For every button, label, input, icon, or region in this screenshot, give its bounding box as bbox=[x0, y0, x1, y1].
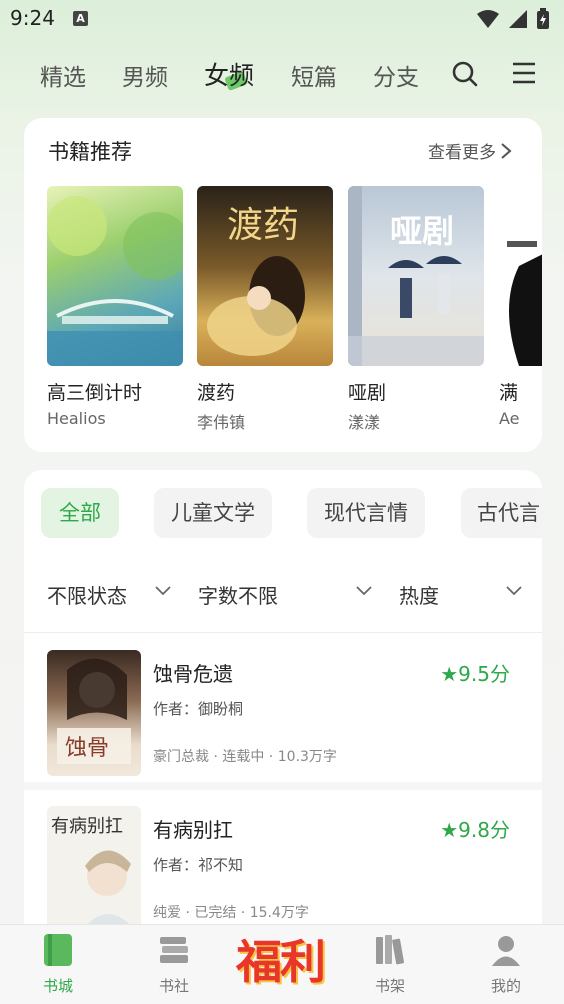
tab-community[interactable]: 书社 bbox=[134, 933, 214, 996]
filter-word-count[interactable]: 字数不限 bbox=[198, 580, 278, 609]
tab-label: 我的 bbox=[490, 977, 521, 995]
chip-ancient-romance[interactable]: 古代言 bbox=[461, 488, 542, 538]
notification-icon: A bbox=[73, 11, 88, 26]
book-cover: 哑剧 bbox=[348, 186, 484, 366]
chevron-down-icon[interactable] bbox=[355, 584, 373, 598]
cover-art bbox=[207, 256, 305, 356]
status-time: 9:24 bbox=[10, 6, 55, 30]
wifi-icon bbox=[477, 10, 499, 28]
chevron-down-icon[interactable] bbox=[154, 584, 172, 598]
book-author: Healios bbox=[47, 409, 106, 428]
chip-all[interactable]: 全部 bbox=[41, 488, 119, 538]
item-cover: 有病别扛 bbox=[47, 806, 141, 932]
status-bar: 9:24 A bbox=[0, 0, 564, 38]
tab-label: 书社 bbox=[158, 977, 189, 995]
item-meta: 纯爱 · 已完结 · 15.4万字 bbox=[153, 905, 309, 921]
recommend-card: 书籍推荐 查看更多 高三倒计时 Healios 渡药 渡药 李伟镇 哑剧 哑剧 … bbox=[24, 118, 542, 452]
filter-status[interactable]: 不限状态 bbox=[47, 580, 127, 609]
status-icons bbox=[476, 8, 550, 30]
tab-bookstore[interactable]: 书城 bbox=[18, 933, 98, 996]
signal-icon bbox=[509, 10, 527, 28]
cover-art: 有病别扛 bbox=[51, 816, 137, 932]
books-stack-icon bbox=[160, 937, 188, 963]
see-more-link[interactable]: 查看更多 bbox=[428, 138, 512, 163]
book-card[interactable]: 高三倒计时 Healios bbox=[47, 186, 183, 428]
section-title: 书籍推荐 bbox=[48, 140, 132, 164]
bookshelf-icon bbox=[376, 935, 405, 965]
chevron-right-icon bbox=[501, 142, 512, 159]
top-nav: 精选 男频 女频 短篇 分支 bbox=[0, 52, 564, 96]
book-author: 李伟镇 bbox=[197, 413, 246, 432]
tab-bookshelf[interactable]: 书架 bbox=[350, 933, 430, 996]
cover-art bbox=[348, 256, 484, 366]
svg-text:有病别扛: 有病别扛 bbox=[51, 816, 123, 837]
tab-label: 书城 bbox=[42, 977, 73, 995]
book-title: 满 bbox=[499, 382, 519, 404]
menu-icon[interactable] bbox=[511, 60, 537, 86]
cover-art bbox=[47, 196, 183, 366]
book-card[interactable]: 满 Ae bbox=[499, 186, 542, 428]
welfare-logo[interactable]: 福利 bbox=[236, 926, 326, 992]
item-title: 蚀骨危遗 bbox=[153, 662, 233, 686]
search-icon[interactable] bbox=[451, 60, 479, 88]
item-author: 作者：祁不知 bbox=[153, 856, 244, 874]
item-score: ★9.8分 bbox=[440, 818, 510, 842]
item-author: 作者：御盼桐 bbox=[153, 700, 244, 718]
tab-profile[interactable]: 我的 bbox=[466, 933, 546, 996]
book-author: Ae bbox=[499, 409, 520, 428]
list-item[interactable]: 有病别扛 有病别扛 ★9.8分 作者：祁不知 纯爱 · 已完结 · 15.4万字 bbox=[24, 790, 542, 940]
book-card[interactable]: 哑剧 哑剧 漾漾 bbox=[348, 186, 484, 433]
svg-text:蚀骨: 蚀骨 bbox=[65, 736, 109, 761]
filter-sort[interactable]: 热度 bbox=[399, 580, 439, 609]
book-author: 漾漾 bbox=[348, 413, 381, 432]
chip-modern-romance[interactable]: 现代言情 bbox=[307, 488, 425, 538]
book-title: 哑剧 bbox=[348, 382, 387, 404]
book-title: 高三倒计时 bbox=[47, 382, 143, 404]
tab-label: 书架 bbox=[374, 977, 405, 995]
list-separator bbox=[24, 782, 542, 790]
book-cover bbox=[499, 186, 542, 366]
category-card: 全部 儿童文学 现代言情 古代言 不限状态 字数不限 热度 蚀骨 蚀骨危遗 ★9… bbox=[24, 470, 542, 940]
divider bbox=[24, 632, 542, 633]
book-cover: 渡药 bbox=[197, 186, 333, 366]
battery-icon bbox=[537, 8, 549, 29]
chip-children[interactable]: 儿童文学 bbox=[154, 488, 272, 538]
book-icon bbox=[44, 934, 72, 966]
cover-art: 蚀骨 bbox=[57, 658, 131, 764]
see-more-label: 查看更多 bbox=[428, 143, 496, 163]
tab-short[interactable]: 短篇 bbox=[291, 58, 337, 92]
book-cover bbox=[47, 186, 183, 366]
book-title: 渡药 bbox=[197, 382, 236, 404]
list-item[interactable]: 蚀骨 蚀骨危遗 ★9.5分 作者：御盼桐 豪门总裁 · 连载中 · 10.3万字 bbox=[24, 634, 542, 784]
tab-branch[interactable]: 分支 bbox=[373, 58, 419, 92]
item-meta: 豪门总裁 · 连载中 · 10.3万字 bbox=[153, 749, 337, 765]
chevron-down-icon[interactable] bbox=[505, 584, 523, 598]
item-score: ★9.5分 bbox=[440, 662, 510, 686]
cover-art bbox=[507, 241, 542, 366]
tab-female[interactable]: 女频 bbox=[204, 56, 254, 92]
item-cover: 蚀骨 bbox=[47, 650, 141, 776]
tab-featured[interactable]: 精选 bbox=[40, 58, 86, 92]
item-title: 有病别扛 bbox=[153, 818, 233, 842]
book-card[interactable]: 渡药 渡药 李伟镇 bbox=[197, 186, 333, 433]
user-icon bbox=[492, 936, 520, 966]
tab-male[interactable]: 男频 bbox=[122, 58, 168, 92]
